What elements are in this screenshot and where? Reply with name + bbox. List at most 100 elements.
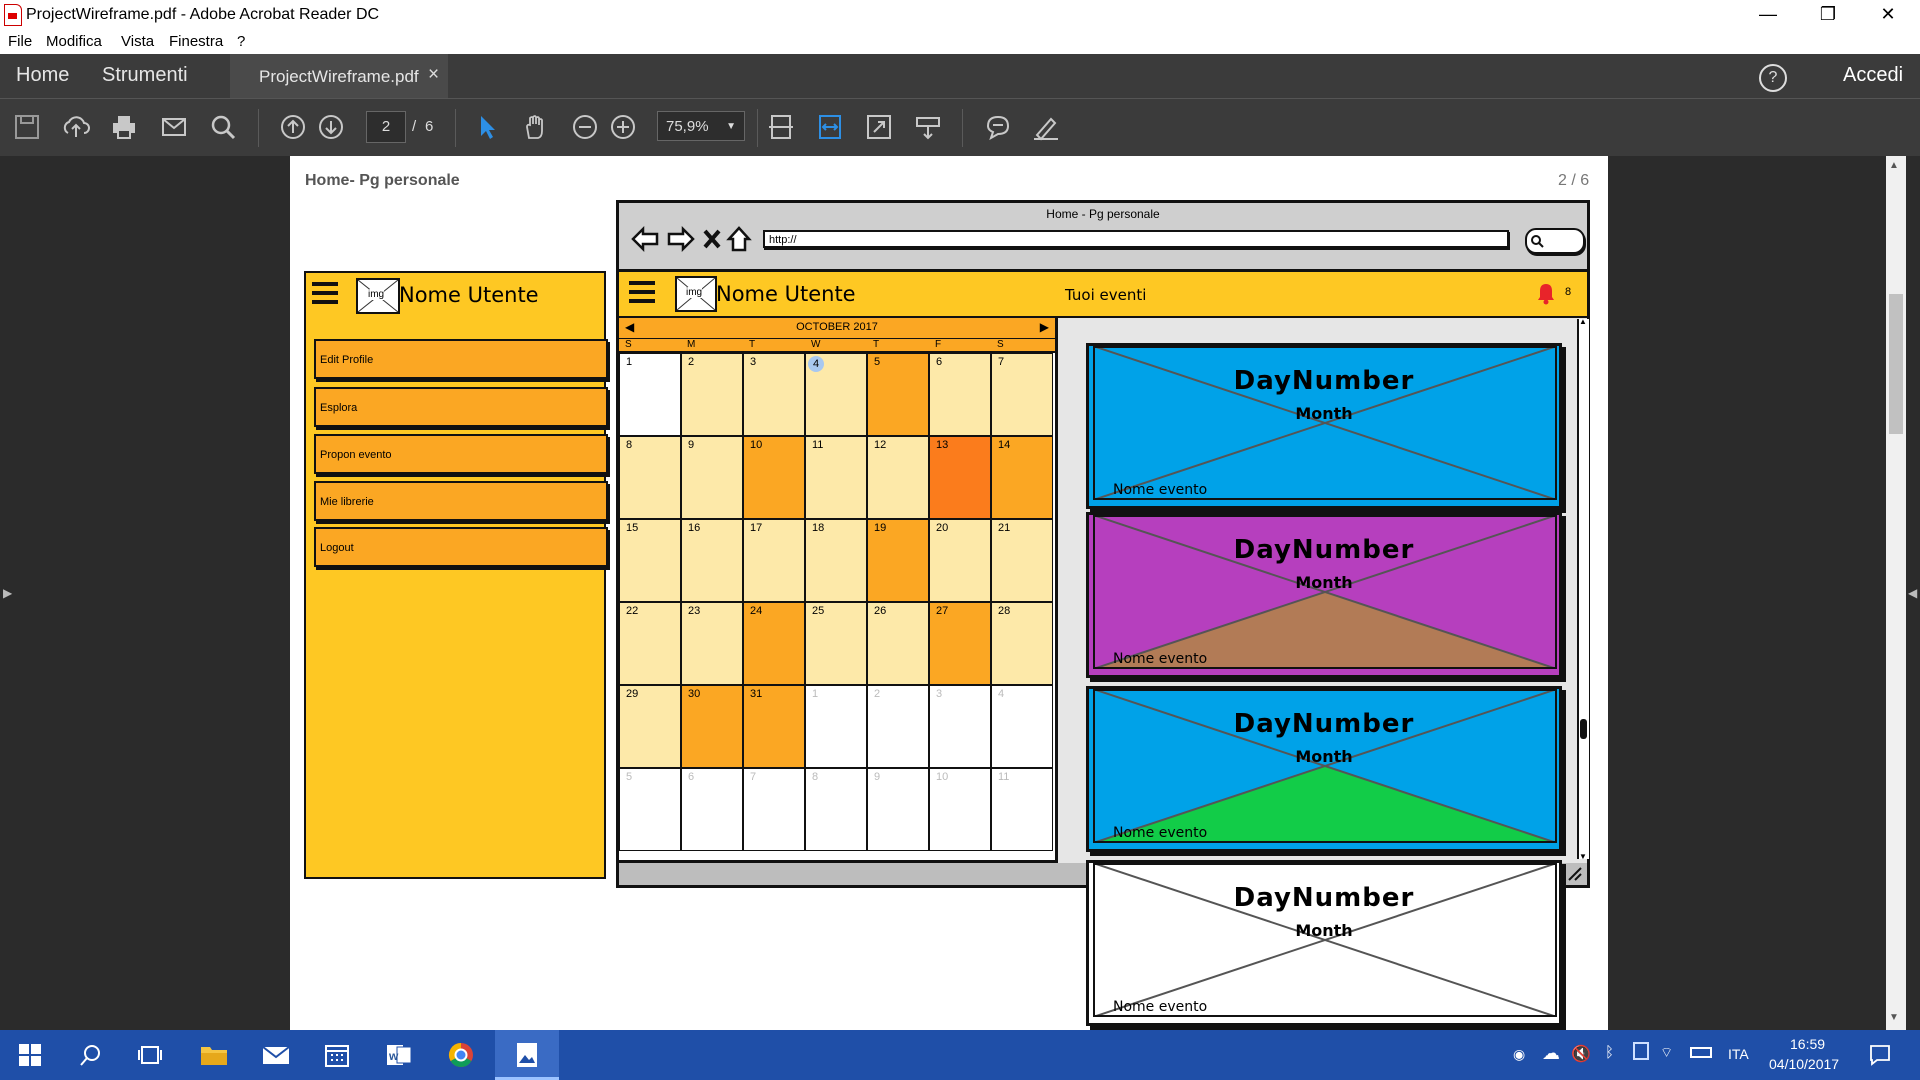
comment-icon[interactable] xyxy=(983,113,1013,143)
scroll-mode-icon[interactable] xyxy=(913,113,943,143)
event-card[interactable]: DayNumber Month Nome evento xyxy=(1086,686,1562,852)
menu-file[interactable]: File xyxy=(8,33,32,50)
windows-start-icon[interactable] xyxy=(14,1039,46,1071)
calendar-day-cell[interactable]: 3 xyxy=(743,353,805,436)
clock-date[interactable]: 04/10/2017 xyxy=(1769,1056,1839,1072)
mail-icon[interactable] xyxy=(260,1039,292,1071)
calendar-day-cell[interactable]: 10 xyxy=(929,768,991,851)
menu-vista[interactable]: Vista xyxy=(121,33,154,50)
tab-tools[interactable]: Strumenti xyxy=(102,64,188,87)
file-explorer-icon[interactable] xyxy=(198,1039,230,1071)
cloud-icon[interactable]: ☁ xyxy=(1542,1043,1560,1064)
calendar-day-cell[interactable]: 2 xyxy=(681,353,743,436)
calendar-day-cell[interactable]: 28 xyxy=(991,602,1053,685)
events-scrollbar[interactable]: ▲ ▼ xyxy=(1577,317,1589,861)
calendar-day-cell[interactable]: 30 xyxy=(681,685,743,768)
calendar-day-cell[interactable]: 3 xyxy=(929,685,991,768)
calendar-day-cell[interactable]: 16 xyxy=(681,519,743,602)
next-page-icon[interactable] xyxy=(316,113,346,143)
calendar-day-cell[interactable]: 2 xyxy=(867,685,929,768)
calendar-day-cell[interactable]: 23 xyxy=(681,602,743,685)
calendar-day-cell[interactable]: 15 xyxy=(619,519,681,602)
calendar-day-cell[interactable]: 6 xyxy=(929,353,991,436)
calendar-day-cell[interactable]: 5 xyxy=(619,768,681,851)
calendar-day-cell[interactable]: 17 xyxy=(743,519,805,602)
browser-nav-icons[interactable] xyxy=(631,225,771,253)
menu-edit-profile[interactable]: Edit Profile xyxy=(314,339,608,379)
calendar-day-cell[interactable]: 10 xyxy=(743,436,805,519)
zoom-out-icon[interactable] xyxy=(570,113,600,143)
calendar-day-cell[interactable]: 25 xyxy=(805,602,867,685)
right-panel-toggle-icon[interactable]: ◀ xyxy=(1908,586,1917,600)
save-icon[interactable] xyxy=(12,113,42,143)
browser-search-field[interactable] xyxy=(1525,228,1585,254)
upload-cloud-icon[interactable] xyxy=(61,113,91,143)
calendar-day-cell[interactable]: 26 xyxy=(867,602,929,685)
wifi-icon[interactable]: ⌔ xyxy=(1660,1044,1673,1062)
volume-muted-icon[interactable]: 🔇 xyxy=(1571,1044,1591,1064)
calendar-day-cell[interactable]: 22 xyxy=(619,602,681,685)
notifications-icon[interactable] xyxy=(1869,1044,1891,1066)
event-card[interactable]: DayNumber Month Nome evento xyxy=(1086,512,1562,678)
event-card[interactable]: DayNumber Month Nome evento xyxy=(1086,343,1562,509)
page-number-input[interactable]: 2 xyxy=(366,111,406,143)
word-icon[interactable]: w xyxy=(383,1039,415,1071)
calendar-day-cell[interactable]: 9 xyxy=(867,768,929,851)
calendar-day-cell[interactable]: 9 xyxy=(681,436,743,519)
bluetooth-icon[interactable]: ᛒ xyxy=(1605,1044,1614,1061)
tab-home[interactable]: Home xyxy=(16,64,69,87)
menu-finestra[interactable]: Finestra xyxy=(169,33,223,50)
calendar-day-cell[interactable]: 11 xyxy=(991,768,1053,851)
email-icon[interactable] xyxy=(159,113,189,143)
calendar-day-cell[interactable]: 12 xyxy=(867,436,929,519)
zoom-in-icon[interactable] xyxy=(608,113,638,143)
calendar-day-cell[interactable]: 14 xyxy=(991,436,1053,519)
vertical-scrollbar[interactable]: ▲ ▼ xyxy=(1886,156,1906,1030)
scroll-up-icon[interactable]: ▲ xyxy=(1889,160,1899,171)
hamburger-menu-icon[interactable] xyxy=(312,282,338,304)
calendar-day-cell[interactable]: 20 xyxy=(929,519,991,602)
menu-esplora[interactable]: Esplora xyxy=(314,387,608,427)
fit-page-icon[interactable] xyxy=(766,113,796,143)
calendar-app-icon[interactable] xyxy=(321,1039,353,1071)
scroll-down-icon[interactable]: ▼ xyxy=(1579,852,1587,861)
calendar-day-cell[interactable]: 19 xyxy=(867,519,929,602)
tray-app-icon[interactable] xyxy=(1633,1042,1649,1060)
calendar-day-cell[interactable]: 1 xyxy=(805,685,867,768)
calendar-day-cell[interactable]: 24 xyxy=(743,602,805,685)
fit-width-icon[interactable] xyxy=(815,113,845,143)
search-icon[interactable] xyxy=(75,1039,107,1071)
menu-proponi-evento[interactable]: Propon evento xyxy=(314,434,608,474)
calendar-day-cell[interactable]: 7 xyxy=(991,353,1053,436)
calendar-day-cell[interactable]: 29 xyxy=(619,685,681,768)
language-indicator[interactable]: ITA xyxy=(1728,1046,1749,1062)
left-panel-toggle-icon[interactable]: ▶ xyxy=(3,586,12,600)
event-card[interactable]: DayNumber Month Nome evento xyxy=(1086,860,1562,1026)
signin-button[interactable]: Accedi xyxy=(1843,64,1903,87)
fullscreen-icon[interactable] xyxy=(864,113,894,143)
calendar-day-cell[interactable]: 4 xyxy=(805,353,867,436)
browser-url-field[interactable]: http:// xyxy=(763,230,1509,248)
tab-close-icon[interactable]: × xyxy=(428,64,439,86)
previous-page-icon[interactable] xyxy=(278,113,308,143)
scroll-thumb[interactable] xyxy=(1580,719,1587,739)
resize-handle-icon[interactable] xyxy=(1565,866,1583,882)
calendar-day-cell[interactable]: 13 xyxy=(929,436,991,519)
scroll-up-icon[interactable]: ▲ xyxy=(1579,317,1587,326)
tab-document[interactable]: ProjectWireframe.pdf × xyxy=(230,54,448,98)
calendar-day-cell[interactable]: 18 xyxy=(805,519,867,602)
minimize-button[interactable]: — xyxy=(1740,0,1796,30)
select-cursor-icon[interactable] xyxy=(472,113,502,143)
clock-time[interactable]: 16:59 xyxy=(1790,1036,1825,1052)
hand-tool-icon[interactable] xyxy=(520,113,550,143)
menu-modifica[interactable]: Modifica xyxy=(46,33,102,50)
calendar-day-cell[interactable]: 27 xyxy=(929,602,991,685)
battery-icon[interactable] xyxy=(1690,1047,1712,1058)
print-icon[interactable] xyxy=(109,113,139,143)
hamburger-menu-icon[interactable] xyxy=(629,281,655,303)
calendar-day-cell[interactable]: 21 xyxy=(991,519,1053,602)
calendar-day-cell[interactable]: 7 xyxy=(743,768,805,851)
menu-help[interactable]: ? xyxy=(237,33,245,50)
calendar-day-cell[interactable]: 5 xyxy=(867,353,929,436)
search-icon[interactable] xyxy=(208,113,238,143)
